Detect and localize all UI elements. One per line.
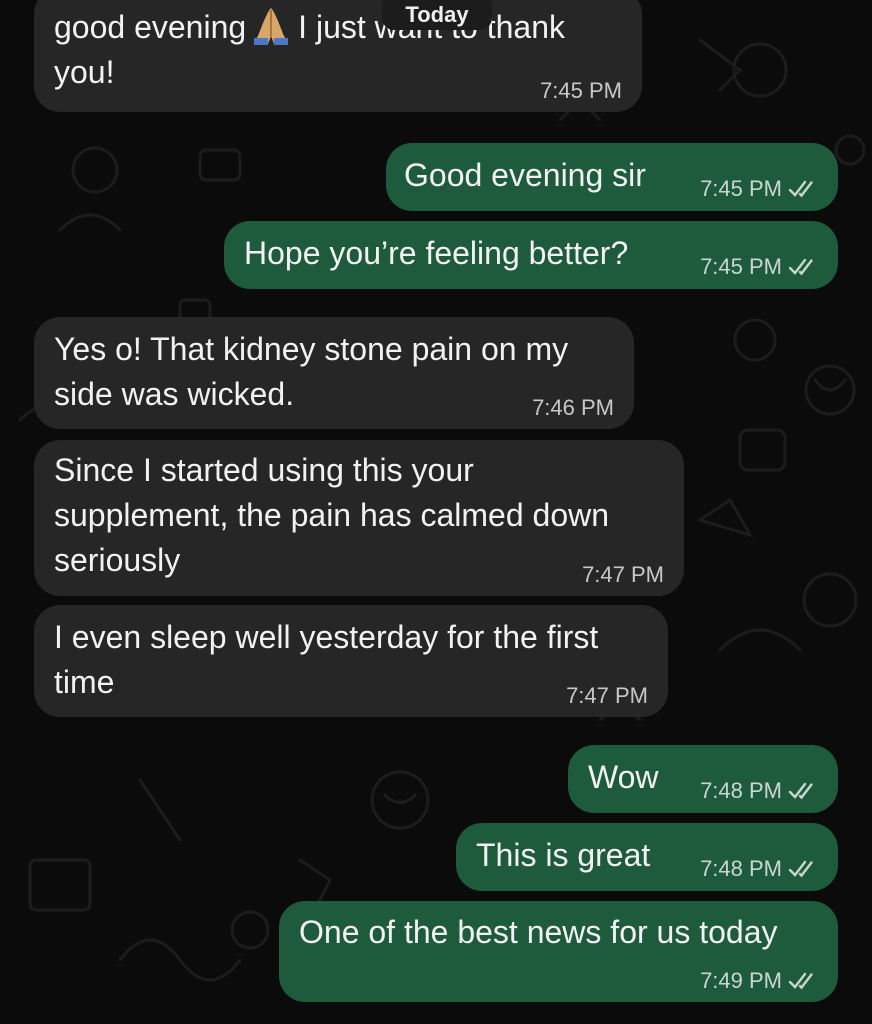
message-line: you! [54, 54, 115, 90]
double-check-icon [788, 782, 813, 800]
message-line: time [54, 664, 115, 700]
message-bubble-outgoing[interactable]: Wow 7:48 PM [568, 745, 838, 813]
message-text: I even sleep well yesterday for the firs… [54, 615, 598, 705]
double-check-icon [788, 180, 813, 198]
message-line: supplement, the pain has calmed down [54, 497, 610, 533]
message-text: Yes o! That kidney stone pain on my side… [54, 327, 568, 417]
double-check-icon [788, 258, 813, 276]
message-time: 7:47 PM [566, 683, 648, 708]
folded-hands-emoji [250, 6, 292, 46]
message-bubble-incoming[interactable]: Yes o! That kidney stone pain on my side… [34, 317, 634, 429]
message-bubble-incoming[interactable]: Since I started using this your suppleme… [34, 440, 684, 596]
double-check-icon [788, 972, 813, 990]
message-meta: 7:46 PM [532, 395, 614, 421]
message-text: One of the best news for us today [299, 914, 778, 950]
message-time: 7:48 PM [700, 778, 782, 803]
message-meta: 7:45 PM [700, 254, 818, 280]
message-meta: 7:47 PM [566, 683, 648, 709]
date-separator: Today [382, 0, 492, 30]
message-meta: 7:45 PM [700, 176, 818, 202]
message-bubble-outgoing[interactable]: One of the best news for us today 7:49 P… [279, 901, 838, 1002]
message-time: 7:45 PM [700, 254, 782, 279]
message-meta: 7:48 PM [700, 856, 818, 882]
message-text: This is great [476, 837, 651, 873]
chat-view: good eveningI just want to thank you! 7:… [0, 0, 872, 1024]
message-line: side was wicked. [54, 376, 295, 412]
message-meta: 7:45 PM [540, 78, 622, 104]
message-time: 7:49 PM [700, 968, 782, 993]
message-line: seriously [54, 542, 181, 578]
message-text: Since I started using this your suppleme… [54, 448, 609, 583]
message-time: 7:45 PM [540, 78, 622, 103]
message-text: Hope you’re feeling better? [244, 235, 629, 271]
message-bubble-outgoing[interactable]: Hope you’re feeling better? 7:45 PM [224, 221, 838, 289]
message-line: Since I started using this your [54, 452, 474, 488]
message-time: 7:46 PM [532, 395, 614, 420]
message-bubble-incoming[interactable]: I even sleep well yesterday for the firs… [34, 605, 668, 717]
message-bubble-outgoing[interactable]: This is great 7:48 PM [456, 823, 838, 891]
message-time: 7:47 PM [582, 562, 664, 587]
message-line: Yes o! That kidney stone pain on my [54, 331, 569, 367]
message-bubble-incoming[interactable]: good eveningI just want to thank you! 7:… [34, 0, 642, 112]
message-line: I even sleep well yesterday for the firs… [54, 619, 599, 655]
message-meta: 7:47 PM [582, 562, 664, 588]
message-meta: 7:48 PM [700, 778, 818, 804]
message-text: Wow [588, 759, 659, 795]
message-time: 7:45 PM [700, 176, 782, 201]
message-time: 7:48 PM [700, 856, 782, 881]
message-text: Good evening sir [404, 157, 646, 193]
double-check-icon [788, 860, 813, 878]
message-bubble-outgoing[interactable]: Good evening sir 7:45 PM [386, 143, 838, 211]
message-meta: 7:49 PM [700, 968, 818, 994]
message-line: good evening [54, 9, 247, 45]
